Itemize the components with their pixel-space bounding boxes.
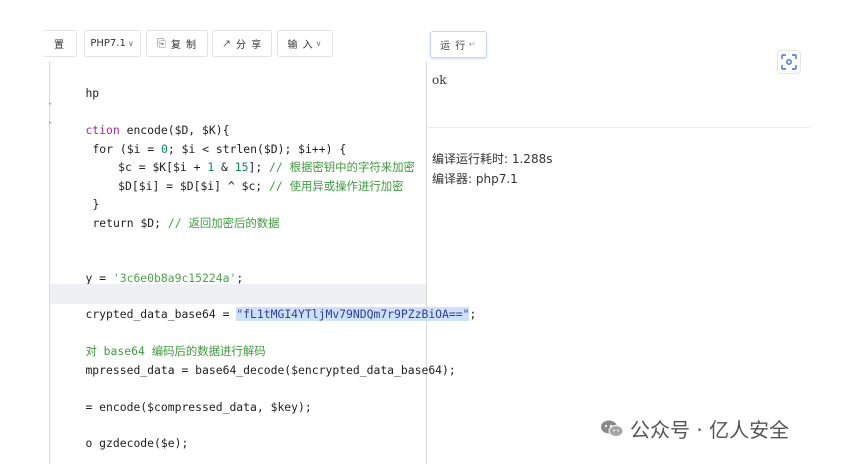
code-text: crypted_data_base64 = [85,307,237,321]
fold-marker-icon[interactable]: ˇ [48,103,53,113]
code-line: mpressed_data = base64_decode($encrypted… [58,340,455,377]
code-editor[interactable]: ˇ ˇ hp ction encode($D, $K){ for ($i = 0… [48,62,476,464]
enter-icon: ↵ [468,39,477,50]
code-text: mpressed_data = base64_decode($encrypted… [85,363,456,377]
run-button[interactable]: 运 行 ↵ [430,31,487,58]
code-text: o gzdecode($e); [85,436,189,450]
version-label: PHP7.1 [90,38,126,49]
code-line: y = '3c6e0b8a9c15224a'; [58,248,243,285]
code-line: = encode($compressed_data, $key); [58,377,311,414]
toolbar: 置 PHP7.1 ∨ ⎘ 复 制 ↗ 分 享 输 入 ∨ 运 行 ↵ [0,0,845,62]
php-version-select[interactable]: PHP7.1 ∨ [84,30,141,57]
code-text: ; [236,271,244,285]
watermark-text: 公众号 · 亿人安全 [630,418,790,442]
chevron-down-icon: ∨ [315,39,323,48]
code-line: $D[$i] = $D[$i] ^ $c; // 使用异或操作进行加密 [77,156,403,193]
settings-button-label: 置 [54,40,65,51]
code-text: hp [85,86,100,100]
code-line: for ($i = 0; $i < strlen($D); $i++) { [65,119,346,156]
code-text: return $D; [92,216,168,230]
code-line: hp [58,63,99,100]
run-time-label: 编译运行耗时: 1.288s [432,152,553,166]
code-line: 对 base64 编码后的数据进行解码 [58,321,265,358]
run-label: 运 行 [440,41,467,52]
code-line: ction encode($D, $K){ [58,100,229,137]
code-text: y = [85,271,113,285]
copy-button[interactable]: ⎘ 复 制 [146,30,208,57]
code-comment: // 使用异或操作进行加密 [269,179,404,193]
input-button[interactable]: 输 入 ∨ [277,30,333,57]
code-string: '3c6e0b8a9c15224a' [112,271,237,285]
code-text: $D[$i] = $D[$i] ^ $c; [104,179,270,193]
code-line: $c = $K[$i + 1 & 15]; // 根据密钥中的字符来加密 [77,137,415,174]
share-button[interactable]: ↗ 分 享 [212,30,272,57]
code-line: o gzdecode($e); [58,413,188,450]
copy-label: 复 制 [170,40,197,51]
chevron-down-icon: ∨ [127,39,135,48]
fold-marker-icon[interactable]: ˇ [48,122,53,132]
copy-icon: ⎘ [157,36,167,50]
input-label: 输 入 [287,40,314,51]
compiler-label: 编译器: php7.1 [432,172,518,186]
wechat-icon [601,420,624,437]
divider [426,127,810,128]
settings-button[interactable]: 置 [43,30,77,57]
code-line-highlighted: crypted_data_base64 = "fL1tMGI4YTljMv79N… [50,284,476,321]
output-panel: ok 编译运行耗时: 1.288s 编译器: php7.1 [426,62,810,464]
watermark: 公众号 · 亿人安全 [600,414,789,443]
share-label: 分 享 [236,40,263,51]
share-icon: ↗ [221,37,233,50]
code-comment: // 返回加密后的数据 [167,216,280,230]
output-result: ok [432,73,447,87]
code-line: return $D; // 返回加密后的数据 [65,193,279,230]
code-text: = encode($compressed_data, $key); [85,400,312,414]
code-line: } [65,174,99,211]
